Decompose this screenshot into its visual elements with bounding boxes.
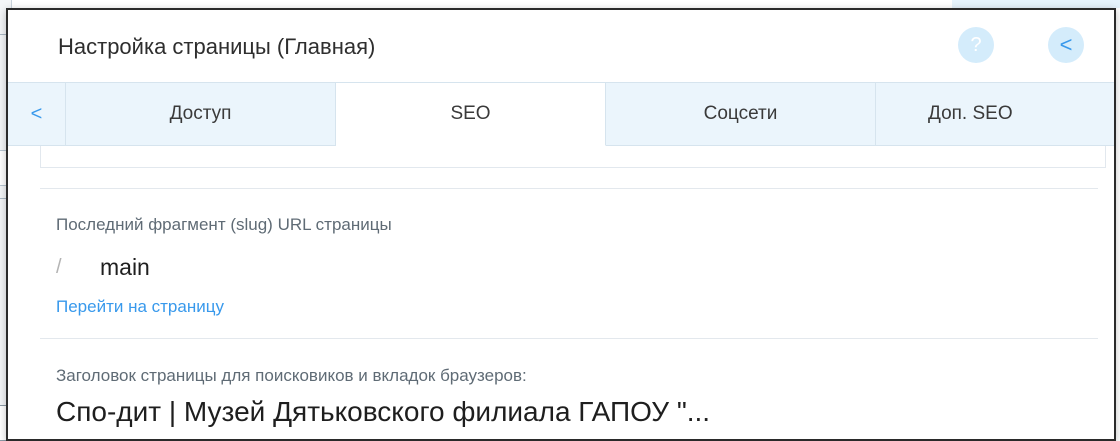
seo-title-label: Заголовок страницы для поисковиков и вкл… <box>56 366 527 385</box>
background-highlight <box>952 0 1120 8</box>
seo-settings-content: Последний фрагмент (slug) URL страницы /… <box>8 146 1114 441</box>
tab-social[interactable]: Соцсети <box>606 83 876 145</box>
previous-field-box <box>40 146 1106 168</box>
go-to-page-link[interactable]: Перейти на страницу <box>56 297 224 317</box>
slug-label: Последний фрагмент (slug) URL страницы <box>56 215 392 234</box>
question-icon: ? <box>970 34 982 56</box>
help-button[interactable]: ? <box>958 27 994 63</box>
tab-access[interactable]: Доступ <box>66 83 336 145</box>
tabs-scroll-left-button[interactable]: < <box>8 83 66 145</box>
tab-label: Соцсети <box>703 103 778 124</box>
slug-input[interactable]: main <box>100 254 150 281</box>
panel-header: Настройка страницы (Главная) ? < <box>8 10 1114 82</box>
page-settings-panel: Настройка страницы (Главная) ? < < Досту… <box>6 8 1116 441</box>
tab-seo[interactable]: SEO <box>336 83 606 146</box>
panel-title: Настройка страницы (Главная) <box>58 34 376 59</box>
seo-title-input[interactable]: Спо-дит | Музей Дятьковского филиала ГАП… <box>56 396 1096 428</box>
chevron-left-icon: < <box>30 102 43 125</box>
tab-label: Доступ <box>169 103 232 124</box>
tab-label: SEO <box>450 103 491 124</box>
tab-extra-seo[interactable]: Доп. SEO <box>876 83 1114 145</box>
slug-field[interactable]: / main <box>56 250 150 284</box>
back-button[interactable]: < <box>1048 27 1084 63</box>
chevron-left-icon: < <box>1059 32 1073 57</box>
slug-prefix: / <box>56 255 62 278</box>
divider <box>40 338 1098 339</box>
divider <box>40 188 1098 189</box>
settings-tabs: < Доступ SEO Соцсети Доп. SEO <box>8 82 1114 146</box>
tab-label: Доп. SEO <box>928 103 1013 124</box>
